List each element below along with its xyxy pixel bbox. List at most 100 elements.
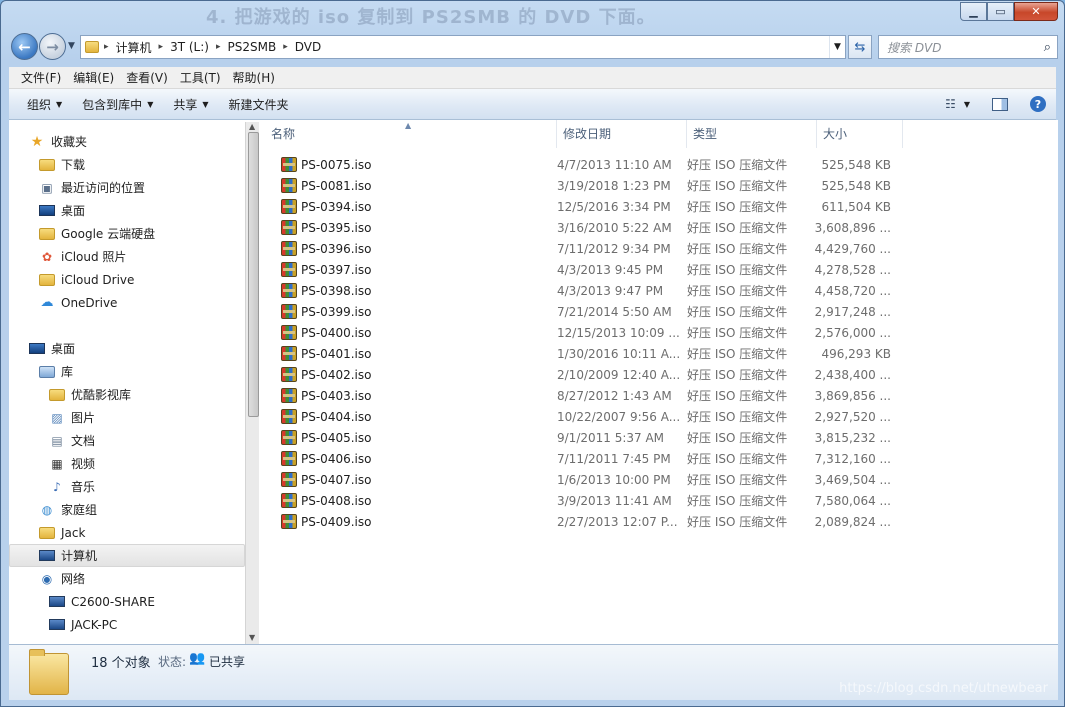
scroll-up-arrow-icon[interactable]: ▲: [249, 122, 255, 131]
folder-icon: [85, 41, 99, 53]
file-date: 3/16/2010 5:22 AM: [557, 220, 672, 235]
maximize-button[interactable]: ▭: [987, 2, 1014, 21]
breadcrumb-separator[interactable]: ▸: [213, 42, 224, 52]
nav-library[interactable]: 库: [9, 360, 245, 383]
nav-google-drive[interactable]: Google 云端硬盘: [9, 222, 245, 245]
shared-users-icon: 👥: [189, 651, 206, 666]
file-name: PS-0397.iso: [301, 262, 372, 277]
nav-desktop-fav[interactable]: 桌面: [9, 199, 245, 222]
recent-pages-dropdown[interactable]: ▼: [68, 41, 75, 51]
nav-user-jack[interactable]: Jack: [9, 521, 245, 544]
file-row[interactable]: PS-0400.iso 12/15/2013 10:09 ... 好压 ISO 压缩…: [265, 322, 891, 343]
column-header-type[interactable]: 类型: [687, 120, 817, 148]
nav-library-documents[interactable]: ▤ 文档: [9, 429, 245, 452]
column-header-size[interactable]: 大小: [817, 120, 903, 148]
view-options-dropdown[interactable]: ▼: [964, 100, 970, 109]
file-size: 3,469,504 ...: [814, 472, 891, 487]
new-folder-label: 新建文件夹: [228, 97, 289, 112]
scroll-down-arrow-icon[interactable]: ▼: [249, 633, 255, 642]
nav-favorites[interactable]: ★ 收藏夹: [9, 130, 245, 153]
file-row[interactable]: PS-0399.iso 7/21/2014 5:50 AM 好压 ISO 压缩文件 2…: [265, 301, 891, 322]
address-dropdown-button[interactable]: ▼: [829, 36, 845, 58]
nav-homegroup[interactable]: ◍ 家庭组: [9, 498, 245, 521]
menu-view[interactable]: 查看(V): [120, 69, 174, 86]
nav-label: 音乐: [71, 480, 96, 494]
breadcrumb-computer[interactable]: 计算机: [112, 39, 156, 56]
file-row[interactable]: PS-0408.iso 3/9/2013 11:41 AM 好压 ISO 压缩文件 7…: [265, 490, 891, 511]
close-button[interactable]: ✕: [1014, 2, 1058, 21]
breadcrumb-separator[interactable]: ▸: [101, 42, 112, 52]
nav-library-youku[interactable]: 优酷影视库: [9, 383, 245, 406]
file-type: 好压 ISO 压缩文件: [687, 515, 788, 529]
file-row[interactable]: PS-0402.iso 2/10/2009 12:40 A... 好压 ISO 压缩…: [265, 364, 891, 385]
menu-file[interactable]: 文件(F): [15, 69, 67, 86]
organize-button[interactable]: 组织 ▼: [17, 96, 72, 113]
file-row[interactable]: PS-0403.iso 8/27/2012 1:43 AM 好压 ISO 压缩文件 3…: [265, 385, 891, 406]
nav-scrollbar[interactable]: ▲ ▼: [245, 122, 259, 644]
file-row[interactable]: PS-0401.iso 1/30/2016 10:11 A... 好压 ISO 压缩…: [265, 343, 891, 364]
file-type: 好压 ISO 压缩文件: [687, 431, 788, 445]
file-row[interactable]: PS-0406.iso 7/11/2011 7:45 PM 好压 ISO 压缩文件 7…: [265, 448, 891, 469]
nav-onedrive[interactable]: ☁ OneDrive: [9, 291, 245, 314]
file-row[interactable]: PS-0407.iso 1/6/2013 10:00 PM 好压 ISO 压缩文件 3…: [265, 469, 891, 490]
breadcrumb-ps2smb[interactable]: PS2SMB: [223, 40, 280, 54]
column-header-date[interactable]: 修改日期: [557, 120, 687, 148]
breadcrumb-separator[interactable]: ▸: [156, 42, 167, 52]
file-row[interactable]: PS-0409.iso 2/27/2013 12:07 P... 好压 ISO 压缩…: [265, 511, 891, 532]
forward-button[interactable]: →: [39, 33, 66, 60]
share-label: 共享: [173, 97, 198, 112]
status-label: 状态:: [158, 655, 187, 669]
breadcrumb-drive[interactable]: 3T (L:): [166, 40, 213, 54]
file-row[interactable]: PS-0404.iso 10/22/2007 9:56 A... 好压 ISO 压缩…: [265, 406, 891, 427]
file-row[interactable]: PS-0395.iso 3/16/2010 5:22 AM 好压 ISO 压缩文件 3…: [265, 217, 891, 238]
nav-computer[interactable]: 计算机: [9, 544, 245, 567]
nav-icloud-photos[interactable]: ✿ iCloud 照片: [9, 245, 245, 268]
file-row[interactable]: PS-0396.iso 7/11/2012 9:34 PM 好压 ISO 压缩文件 4…: [265, 238, 891, 259]
menu-help[interactable]: 帮助(H): [227, 69, 281, 86]
preview-pane-icon[interactable]: [992, 97, 1008, 111]
file-date: 12/5/2016 3:34 PM: [557, 199, 671, 214]
breadcrumb-dvd[interactable]: DVD: [291, 40, 325, 54]
file-row[interactable]: PS-0394.iso 12/5/2016 3:34 PM 好压 ISO 压缩文件 6…: [265, 196, 891, 217]
search-icon[interactable]: ⌕: [1044, 40, 1051, 55]
computer-icon: [49, 596, 65, 607]
menu-tools[interactable]: 工具(T): [174, 69, 227, 86]
refresh-button[interactable]: ⇆: [848, 35, 872, 59]
file-row[interactable]: PS-0075.iso 4/7/2013 11:10 AM 好压 ISO 压缩文件 5…: [265, 154, 891, 175]
folder-icon: [49, 388, 65, 401]
nav-network-c2600[interactable]: C2600-SHARE: [9, 590, 245, 613]
nav-network[interactable]: ◉ 网络: [9, 567, 245, 590]
help-icon[interactable]: ?: [1030, 96, 1046, 112]
nav-library-videos[interactable]: ▦ 视频: [9, 452, 245, 475]
nav-library-music[interactable]: ♪ 音乐: [9, 475, 245, 498]
file-row[interactable]: PS-0405.iso 9/1/2011 5:37 AM 好压 ISO 压缩文件 3,…: [265, 427, 891, 448]
nav-recent-places[interactable]: ▣ 最近访问的位置: [9, 176, 245, 199]
view-options-icon[interactable]: ☷: [945, 97, 956, 111]
nav-icloud-drive[interactable]: iCloud Drive: [9, 268, 245, 291]
file-row[interactable]: PS-0397.iso 4/3/2013 9:45 PM 好压 ISO 压缩文件 4,…: [265, 259, 891, 280]
scrollbar-thumb[interactable]: [248, 132, 259, 417]
include-in-library-button[interactable]: 包含到库中 ▼: [72, 96, 163, 113]
nav-desktop[interactable]: 桌面: [9, 337, 245, 360]
file-row[interactable]: PS-0398.iso 4/3/2013 9:47 PM 好压 ISO 压缩文件 4,…: [265, 280, 891, 301]
nav-network-jack-pc[interactable]: JACK-PC: [9, 613, 245, 636]
file-name: PS-0398.iso: [301, 283, 372, 298]
address-bar[interactable]: ▸ 计算机 ▸ 3T (L:) ▸ PS2SMB ▸ DVD ▼: [80, 35, 846, 59]
file-name-cell: PS-0395.iso: [265, 220, 551, 235]
nav-downloads[interactable]: 下载: [9, 153, 245, 176]
file-date: 1/6/2013 10:00 PM: [557, 472, 671, 487]
file-row[interactable]: PS-0081.iso 3/19/2018 1:23 PM 好压 ISO 压缩文件 5…: [265, 175, 891, 196]
homegroup-icon: ◍: [41, 502, 53, 517]
share-button[interactable]: 共享 ▼: [163, 96, 218, 113]
minimize-button[interactable]: ▁: [960, 2, 987, 21]
nav-library-pictures[interactable]: ▨ 图片: [9, 406, 245, 429]
menu-edit[interactable]: 编辑(E): [67, 69, 120, 86]
new-folder-button[interactable]: 新建文件夹: [219, 96, 299, 113]
file-name-cell: PS-0401.iso: [265, 346, 551, 361]
column-header-name[interactable]: ▲ 名称: [265, 120, 557, 148]
breadcrumb-separator[interactable]: ▸: [280, 42, 291, 52]
refresh-icon: ⇆: [854, 39, 866, 55]
search-input[interactable]: 搜索 DVD ⌕: [878, 35, 1058, 59]
back-button[interactable]: ←: [11, 33, 38, 60]
file-size: 2,917,248 ...: [814, 304, 891, 319]
